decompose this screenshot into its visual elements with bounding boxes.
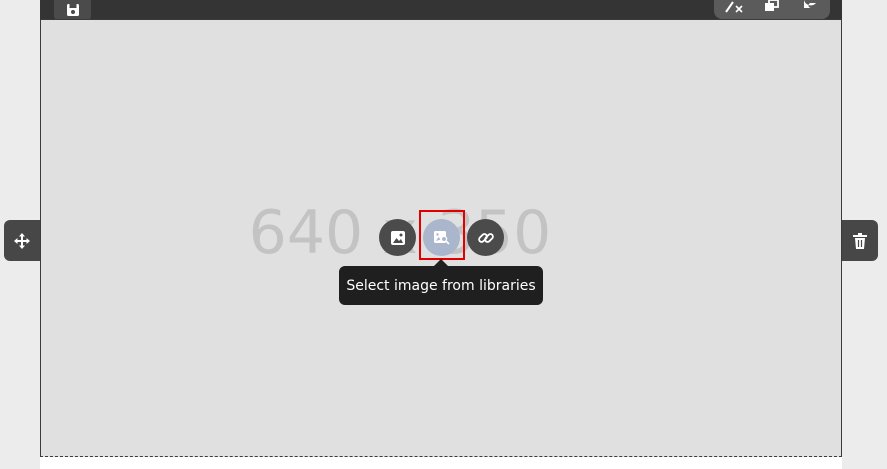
link-icon bbox=[477, 232, 494, 243]
image-icon bbox=[390, 230, 405, 245]
block-tools-group bbox=[714, 0, 830, 19]
upload-image-button[interactable] bbox=[379, 219, 416, 256]
save-block-button[interactable] bbox=[54, 0, 91, 20]
duplicate-icon[interactable] bbox=[764, 0, 780, 12]
tooltip-arrow bbox=[434, 259, 448, 266]
move-arrows-icon bbox=[14, 232, 30, 249]
tooltip: Select image from libraries bbox=[339, 266, 543, 305]
trash-icon bbox=[853, 232, 867, 249]
save-icon bbox=[66, 4, 79, 16]
color-palette-icon[interactable] bbox=[802, 0, 818, 12]
image-link-button[interactable] bbox=[467, 219, 504, 256]
delete-block-button[interactable] bbox=[842, 220, 878, 261]
move-handle[interactable] bbox=[4, 220, 40, 261]
clear-formatting-icon[interactable] bbox=[724, 0, 746, 14]
highlight-box bbox=[419, 210, 465, 260]
page-background bbox=[40, 457, 842, 469]
